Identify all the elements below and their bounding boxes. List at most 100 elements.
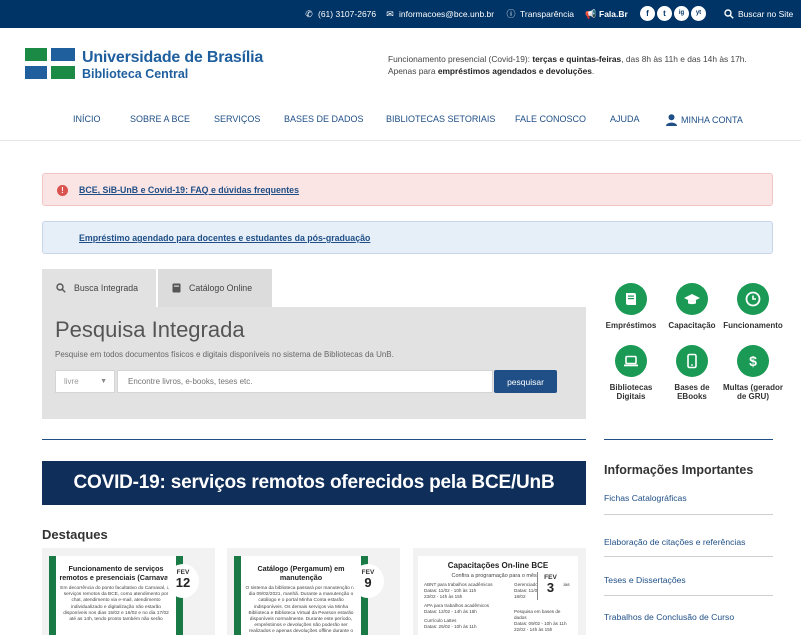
quick-link-label: Bases de EBooks <box>674 383 710 401</box>
site-header: Universidade de Brasília Biblioteca Cent… <box>0 28 801 141</box>
card-day: 3 <box>546 580 555 595</box>
card-date-badge: FEV 3 <box>537 572 563 600</box>
covid-faq-link[interactable]: BCE, SiB-UnB e Covid-19: FAQ e dúvidas f… <box>79 185 299 195</box>
search-type-value: livre <box>64 377 79 386</box>
nav-sobre[interactable]: SOBRE A BCE <box>130 114 190 124</box>
notice-text-2: Apenas para <box>388 65 438 76</box>
unb-logo-mark <box>25 48 75 79</box>
main-divider <box>42 439 586 440</box>
nav-minha-conta-label: MINHA CONTA <box>681 115 743 125</box>
schedule-line: APA para trabalhos acadêmicos <box>424 602 490 608</box>
schedule-line: Datas: 25/02 - 10h às 11h <box>424 623 477 629</box>
nav-bases-de-dados[interactable]: BASES DE DADOS <box>284 114 364 124</box>
quick-link-label: Bibliotecas Digitais <box>609 383 653 401</box>
sidebar-link-teses[interactable]: Teses e Dissertações <box>604 575 686 585</box>
transparency-link[interactable]: ⓘ Transparência <box>506 7 574 21</box>
sidebar-separator <box>604 556 773 557</box>
quick-link-capacitacao[interactable]: Capacitação <box>659 283 725 330</box>
phone-label: (61) 3107-2676 <box>318 9 377 19</box>
info-icon: ⓘ <box>506 9 516 19</box>
university-name: Universidade de Brasília <box>82 49 264 66</box>
tab-catalogo-online[interactable]: Catálogo Online <box>158 269 272 307</box>
svg-text:$: $ <box>749 353 757 369</box>
quick-link-multas[interactable]: $ Multas (gerador de GRU) <box>720 345 786 401</box>
quick-link-label: Multas (gerador de GRU) <box>722 383 783 401</box>
phone-icon: ✆ <box>305 9 313 19</box>
notice-services: empréstimos agendados e devoluções <box>437 65 592 76</box>
nav-ajuda[interactable]: AJUDA <box>610 114 640 124</box>
card-content: Funcionamento de serviços remotos e pres… <box>49 556 183 635</box>
user-icon <box>666 114 677 126</box>
card-title: Catálogo (Pergamum) em manutenção <box>257 564 345 582</box>
nav-minha-conta[interactable]: MINHA CONTA <box>666 114 743 126</box>
dollar-icon: $ <box>737 345 769 377</box>
tab-busca-integrada[interactable]: Busca Integrada <box>42 269 156 307</box>
search-input[interactable] <box>117 370 493 393</box>
chevron-down-icon: ▼ <box>100 378 107 385</box>
quick-link-label: Capacitação <box>668 321 716 330</box>
laptop-icon <box>615 345 647 377</box>
schedule-line: 22/02 - 14h às 15h <box>514 626 553 632</box>
email-label: informacoes@bce.unb.br <box>399 9 495 19</box>
card-day: 9 <box>364 575 372 590</box>
card-day: 12 <box>175 575 191 590</box>
notice-hours: , das 8h às 11h e das 14h às 17h. <box>621 54 747 64</box>
top-bar: ✆ (61) 3107-2676 ✉ informacoes@bce.unb.b… <box>0 0 801 28</box>
facebook-icon[interactable]: f <box>640 6 655 21</box>
site-search-label: Buscar no Site <box>738 9 794 19</box>
sidebar-separator <box>604 514 773 515</box>
card-title: Capacitações On-line BCE <box>447 561 549 570</box>
important-info-title: Informações Importantes <box>604 463 754 477</box>
covid-faq-alert: ! BCE, SiB-UnB e Covid-19: FAQ e dúvidas… <box>42 173 773 206</box>
phone-link[interactable]: ✆ (61) 3107-2676 <box>304 7 376 21</box>
loan-link[interactable]: Empréstimo agendado para docentes e estu… <box>79 233 370 243</box>
search-icon <box>724 9 734 19</box>
quick-link-label: Empréstimos <box>605 321 657 330</box>
schedule-line: Datas: 09/02 - 10h às 11h <box>514 620 567 626</box>
alert-icon: ! <box>57 185 68 196</box>
card-title: Funcionamento de serviços remotos e pres… <box>59 564 173 582</box>
search-subtitle: Pesquise em todos documentos físicos e d… <box>55 350 394 359</box>
envelope-icon: ✉ <box>386 9 394 19</box>
search-button[interactable]: pesquisar <box>494 370 557 393</box>
nav-servicos[interactable]: SERVIÇOS <box>214 114 260 124</box>
covid-services-banner[interactable]: COVID-19: serviços remotos oferecidos pe… <box>42 461 586 505</box>
schedule-line: ABNT para trabalhos acadêmicos <box>424 581 493 587</box>
card-body: O sistema da biblioteca passará por manu… <box>245 586 357 635</box>
sidebar-link-tcc[interactable]: Trabalhos de Conclusão de Curso <box>604 612 734 622</box>
sidebar-link-citacoes[interactable]: Elaboração de citações e referências <box>604 537 745 547</box>
search-type-select[interactable]: livre ▼ <box>55 370 115 393</box>
site-search-link[interactable]: Buscar no Site <box>724 7 793 21</box>
sidebar-divider <box>604 439 773 440</box>
card-date-badge: FEV 12 <box>167 564 199 598</box>
notice-days: terças e quintas-feiras <box>532 54 622 64</box>
clock-icon <box>737 283 769 315</box>
notice-period: . <box>591 65 595 76</box>
quick-link-emprestimos[interactable]: Empréstimos <box>598 283 664 330</box>
destaques-title: Destaques <box>42 527 108 542</box>
nav-inicio[interactable]: INÍCIO <box>73 114 101 124</box>
search-panel: Pesquisa Integrada Pesquise em todos doc… <box>42 307 586 419</box>
schedule-line: 23/02 - 14h às 15h <box>424 593 463 599</box>
quick-link-funcionamento[interactable]: Funcionamento <box>720 283 786 330</box>
twitter-icon[interactable]: t <box>657 6 672 21</box>
quick-link-bases-ebooks[interactable]: Bases de EBooks <box>659 345 725 401</box>
sidebar-link-fichas[interactable]: Fichas Catalográficas <box>604 493 687 503</box>
opening-notice: Funcionamento presencial (Covid-19): ter… <box>388 54 788 77</box>
quick-link-bibliotecas-digitais[interactable]: Bibliotecas Digitais <box>598 345 664 401</box>
tab-catalogo-online-label: Catálogo Online <box>189 283 253 293</box>
instagram-icon[interactable]: ig <box>674 6 689 21</box>
youtube-icon[interactable]: yt <box>691 6 706 21</box>
search-title: Pesquisa Integrada <box>55 317 245 342</box>
fala-br-link[interactable]: 📢 Fala.Br <box>585 7 628 21</box>
quick-link-label: Funcionamento <box>723 321 783 330</box>
schedule-line: Datas: 12/02 - 14h às 15h <box>424 608 477 614</box>
graduation-cap-icon <box>676 283 708 315</box>
book-icon <box>615 283 647 315</box>
nav-bibliotecas-setoriais[interactable]: BIBLIOTECAS SETORIAIS <box>386 114 495 124</box>
email-link[interactable]: ✉ informacoes@bce.unb.br <box>385 7 494 21</box>
schedule-line: Pesquisa em bases de dados <box>514 608 561 620</box>
megaphone-icon: 📢 <box>585 9 597 19</box>
book-icon <box>172 283 181 293</box>
nav-fale-conosco[interactable]: FALE CONOSCO <box>515 114 586 124</box>
